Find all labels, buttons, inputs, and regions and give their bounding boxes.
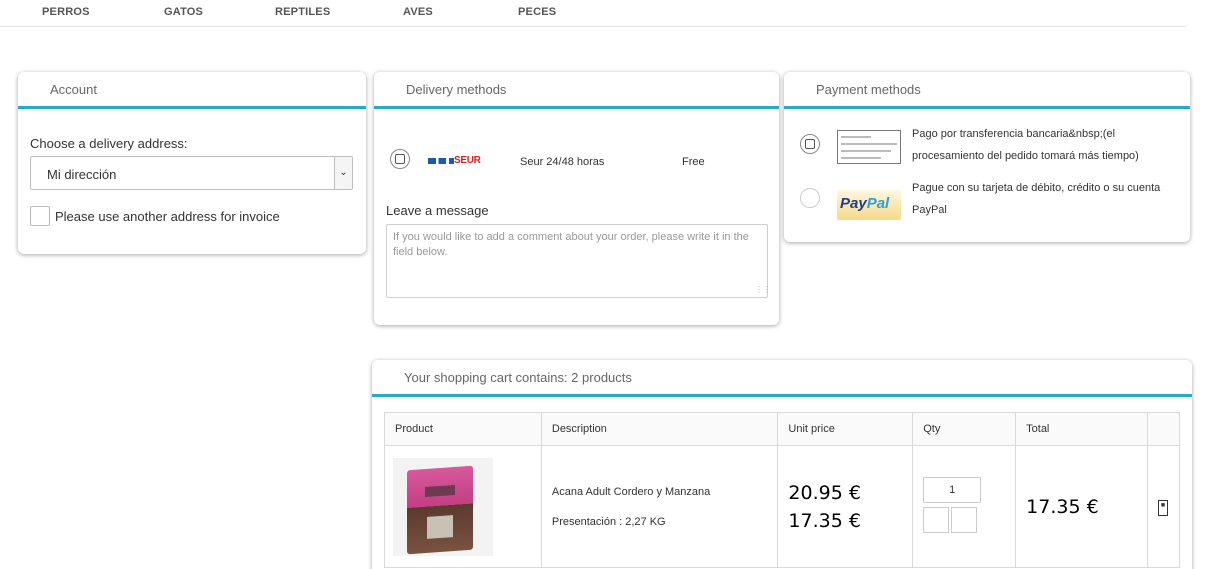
unit-price-cell: 20.95 € 17.35 € bbox=[777, 445, 914, 568]
bank-transfer-radio[interactable] bbox=[800, 134, 820, 154]
delivery-option-radio[interactable] bbox=[390, 149, 410, 169]
delete-icon[interactable]: ■ bbox=[1157, 499, 1168, 516]
seur-logo: SEUR bbox=[428, 155, 481, 166]
message-textarea[interactable]: If you would like to add a comment about… bbox=[386, 224, 771, 298]
header-product: Product bbox=[384, 412, 542, 446]
account-panel: Account Choose a delivery address: Mi di… bbox=[18, 72, 366, 254]
quantity-decrease-button[interactable] bbox=[923, 507, 950, 533]
chevron-down-icon[interactable]: ⌄ bbox=[334, 157, 352, 189]
delivery-address-value: Mi dirección bbox=[47, 167, 117, 182]
message-placeholder: If you would like to add a comment about… bbox=[393, 231, 749, 258]
bank-transfer-icon bbox=[837, 130, 901, 164]
header-total: Total bbox=[1015, 412, 1148, 446]
product-name[interactable]: Acana Adult Cordero y Manzana bbox=[552, 486, 768, 498]
account-title: Account bbox=[18, 72, 366, 109]
cart-panel: Your shopping cart contains: 2 products … bbox=[372, 360, 1192, 569]
invoice-address-label: Please use another address for invoice bbox=[55, 209, 280, 224]
nav-item-peces[interactable]: PECES bbox=[518, 6, 556, 18]
payment-title: Payment methods bbox=[784, 72, 1190, 109]
cart-table: Product Description Unit price Qty Total… bbox=[384, 412, 1181, 568]
carrier-price: Free bbox=[682, 156, 705, 168]
delivery-address-label: Choose a delivery address: bbox=[30, 136, 188, 151]
row-total: 17.35 € bbox=[1026, 495, 1099, 518]
resize-grip-icon[interactable]: ⋮⋮ bbox=[755, 285, 771, 295]
product-attributes: Presentación : 2,27 KG bbox=[551, 515, 666, 528]
description-cell: Acana Adult Cordero y Manzana Presentaci… bbox=[540, 445, 779, 568]
header-unit-price: Unit price bbox=[777, 412, 914, 446]
delivery-title: Delivery methods bbox=[374, 72, 779, 109]
bank-transfer-label[interactable]: Pago por transferencia bancaria&nbsp;(el… bbox=[912, 123, 1177, 167]
total-cell: 17.35 € bbox=[1015, 445, 1148, 568]
nav-item-aves[interactable]: AVES bbox=[403, 6, 433, 18]
quantity-increase-button[interactable] bbox=[951, 507, 978, 533]
nav-item-reptiles[interactable]: REPTILES bbox=[275, 6, 330, 18]
top-navigation: PERROS GATOS REPTILES AVES PECES bbox=[0, 0, 1186, 27]
actions-cell: ■ bbox=[1146, 445, 1181, 568]
header-qty: Qty bbox=[912, 412, 1017, 446]
header-actions bbox=[1146, 412, 1181, 446]
nav-item-gatos[interactable]: GATOS bbox=[164, 6, 203, 18]
paypal-label[interactable]: Pague con su tarjeta de débito, crédito … bbox=[912, 177, 1177, 221]
quantity-input[interactable]: 1 bbox=[923, 477, 982, 503]
invoice-address-checkbox[interactable] bbox=[30, 206, 50, 226]
cart-table-header: Product Description Unit price Qty Total bbox=[384, 412, 1181, 446]
paypal-radio[interactable] bbox=[800, 188, 820, 208]
old-price: 20.95 € bbox=[788, 481, 861, 504]
payment-panel: Payment methods Pago por transferencia b… bbox=[784, 72, 1190, 242]
delivery-address-select[interactable]: Mi dirección ⌄ bbox=[30, 156, 353, 190]
product-image[interactable] bbox=[393, 457, 493, 556]
message-label: Leave a message bbox=[386, 203, 489, 218]
qty-cell: 1 bbox=[912, 445, 1017, 568]
nav-item-perros[interactable]: PERROS bbox=[42, 6, 90, 18]
carrier-name: Seur 24/48 horas bbox=[520, 156, 605, 168]
cart-title: Your shopping cart contains: 2 products bbox=[372, 360, 1192, 397]
paypal-logo: PayPal bbox=[837, 190, 901, 220]
table-row: Acana Adult Cordero y Manzana Presentaci… bbox=[384, 445, 1181, 568]
header-description: Description bbox=[540, 412, 779, 446]
delivery-panel: Delivery methods SEUR Seur 24/48 horas F… bbox=[374, 72, 779, 325]
unit-price: 17.35 € bbox=[788, 509, 861, 532]
product-cell bbox=[384, 445, 542, 568]
